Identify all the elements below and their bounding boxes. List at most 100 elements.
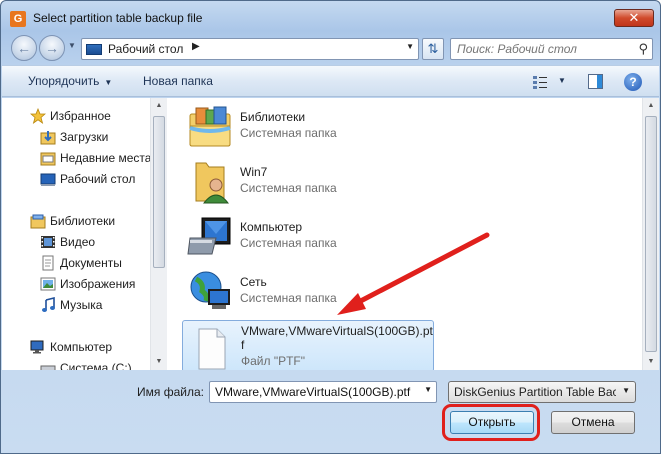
recent-places-icon <box>40 152 56 166</box>
sidebar-item-downloads[interactable]: Загрузки <box>2 127 150 147</box>
file-item-win7[interactable]: Win7 Системная папка <box>182 155 434 209</box>
file-item-ptf-backup[interactable]: VMware,VMwareVirtualS(100GB).pt f Файл "… <box>182 320 434 370</box>
sidebar-item-computer[interactable]: Компьютер <box>2 337 150 357</box>
close-button[interactable]: ✕ <box>614 9 654 27</box>
chevron-down-icon[interactable]: ▼ <box>424 385 432 394</box>
scroll-down-icon[interactable]: ▼ <box>151 354 167 370</box>
file-type: Файл "PTF" <box>241 354 306 368</box>
sidebar-scroll-thumb[interactable] <box>153 116 165 268</box>
sidebar-item-video[interactable]: Видео <box>2 232 150 252</box>
new-folder-label: Новая папка <box>143 74 213 88</box>
sidebar-item-recent-places[interactable]: Недавние места <box>2 148 150 168</box>
dialog-footer: Имя файла: ▼ DiskGenius Partition Table … <box>1 371 660 453</box>
sidebar-item-system-drive[interactable]: Система (C:) <box>2 358 150 370</box>
sidebar-scrollbar[interactable]: ▲ ▼ <box>150 98 167 370</box>
sidebar-item-pictures[interactable]: Изображения <box>2 274 150 294</box>
drive-icon <box>40 365 56 370</box>
file-item-computer[interactable]: Компьютер Системная папка <box>182 210 434 264</box>
new-folder-button[interactable]: Новая папка <box>143 74 213 88</box>
close-icon: ✕ <box>628 10 640 25</box>
sidebar-item-favorites[interactable]: Избранное <box>2 106 150 126</box>
back-button[interactable]: ← <box>11 35 37 61</box>
window-title: Select partition table backup file <box>33 11 203 25</box>
help-icon[interactable]: ? <box>624 73 642 91</box>
sidebar-item-label: Музыка <box>60 298 103 312</box>
user-folder-icon <box>195 162 230 204</box>
title-bar: G Select partition table backup file ✕ <box>1 1 660 35</box>
sidebar-item-label: Компьютер <box>50 340 113 354</box>
file-name: Библиотеки <box>240 110 306 124</box>
content-area: Избранное Загрузки Недавние места Рабочи… <box>2 98 659 370</box>
music-icon <box>42 297 55 312</box>
cancel-button[interactable]: Отмена <box>551 411 635 434</box>
address-dropdown-icon[interactable]: ▼ <box>406 42 414 51</box>
star-icon <box>30 108 46 124</box>
downloads-icon <box>40 131 56 145</box>
filename-label: Имя файла: <box>137 385 204 399</box>
diskgenius-app-icon: G <box>10 11 26 27</box>
navigation-pane: Избранное Загрузки Недавние места Рабочи… <box>2 98 150 370</box>
filetype-value: DiskGenius Partition Table Back <box>454 385 616 399</box>
sidebar-item-documents[interactable]: Документы <box>2 253 150 273</box>
chevron-down-icon: ▼ <box>104 78 113 87</box>
file-item-network[interactable]: Сеть Системная папка <box>182 265 434 319</box>
sidebar-item-label: Недавние места <box>60 151 150 165</box>
forward-arrow-icon: → <box>45 40 59 56</box>
file-list-scroll-thumb[interactable] <box>645 116 657 352</box>
search-icon[interactable]: ⚲ <box>638 41 648 57</box>
breadcrumb-arrow-icon[interactable]: ▶ <box>192 41 200 52</box>
desktop-icon <box>40 173 56 186</box>
preview-pane-icon[interactable] <box>588 74 603 89</box>
forward-button[interactable]: → <box>39 35 65 61</box>
file-type: Системная папка <box>240 236 337 250</box>
libraries-icon <box>30 214 46 229</box>
filename-combobox[interactable]: ▼ <box>209 381 437 403</box>
sidebar-item-label: Документы <box>60 256 122 270</box>
refresh-icon: ⇅ <box>427 41 439 56</box>
file-name-wrap: f <box>241 338 245 352</box>
command-toolbar: Упорядочить ▼ Новая папка ▼ ? <box>2 65 659 97</box>
file-dialog-window: G Select partition table backup file ✕ ←… <box>0 0 661 454</box>
sidebar-item-label: Изображения <box>60 277 136 291</box>
sidebar-item-libraries[interactable]: Библиотеки <box>2 211 150 231</box>
search-input[interactable] <box>455 40 625 58</box>
view-dropdown-icon[interactable]: ▼ <box>558 76 566 85</box>
chevron-down-icon: ▼ <box>622 386 630 395</box>
filename-input[interactable] <box>213 383 413 401</box>
file-type: Системная папка <box>240 181 337 195</box>
view-options-icon[interactable] <box>532 74 548 90</box>
file-list: Библиотеки Системная папка Win7 Системна… <box>174 98 642 370</box>
filetype-select[interactable]: DiskGenius Partition Table Back ▼ <box>448 381 636 403</box>
organize-button[interactable]: Упорядочить ▼ <box>28 74 112 88</box>
sidebar-item-music[interactable]: Музыка <box>2 295 150 315</box>
file-type: Системная папка <box>240 126 337 140</box>
documents-icon <box>42 255 54 271</box>
sidebar-item-label: Видео <box>60 235 96 249</box>
search-box[interactable]: ⚲ <box>450 38 653 60</box>
sidebar-item-label: Библиотеки <box>50 214 116 228</box>
sidebar-item-label: Избранное <box>50 109 111 123</box>
file-type: Системная папка <box>240 291 337 305</box>
network-icon <box>190 271 230 309</box>
history-dropdown-icon[interactable]: ▼ <box>68 41 76 50</box>
annotation-highlight-ring <box>442 404 540 441</box>
desktop-icon <box>86 44 102 55</box>
pictures-icon <box>40 277 56 291</box>
sidebar-item-label: Загрузки <box>60 130 109 144</box>
libraries-folder-icon <box>189 106 231 147</box>
file-name: Сеть <box>240 275 267 289</box>
refresh-button[interactable]: ⇅ <box>422 38 444 60</box>
sidebar-item-label: Система (C:) <box>60 361 132 370</box>
scroll-down-icon[interactable]: ▼ <box>643 354 659 370</box>
back-arrow-icon: ← <box>17 40 31 56</box>
computer-icon <box>187 217 231 255</box>
file-item-libraries[interactable]: Библиотеки Системная папка <box>182 100 434 154</box>
sidebar-item-label: Рабочий стол <box>60 172 136 186</box>
file-list-scrollbar[interactable]: ▲ ▼ <box>642 98 659 370</box>
address-bar[interactable]: Рабочий стол ▶ ▼ <box>81 38 419 60</box>
video-icon <box>41 236 55 248</box>
scroll-up-icon[interactable]: ▲ <box>151 98 167 114</box>
file-name: Компьютер <box>240 220 303 234</box>
scroll-up-icon[interactable]: ▲ <box>643 98 659 114</box>
sidebar-item-desktop[interactable]: Рабочий стол <box>2 169 150 189</box>
